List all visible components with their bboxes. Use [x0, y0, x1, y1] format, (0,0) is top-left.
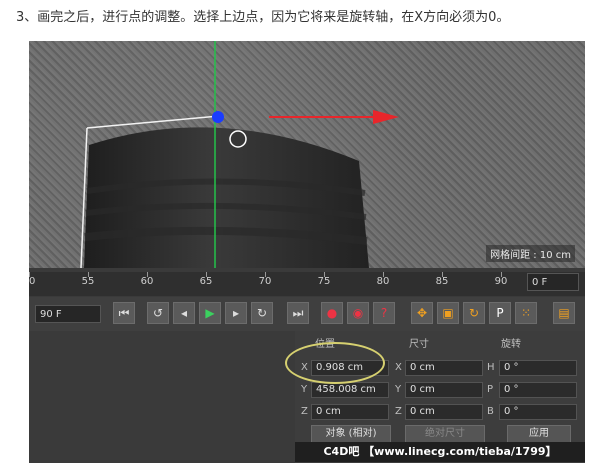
rotation-h-field[interactable]: 0 °	[499, 360, 577, 376]
next-key-icon[interactable]: ↻	[251, 302, 273, 324]
ruler-label: 55	[81, 276, 95, 287]
param-icon[interactable]: P	[489, 302, 511, 324]
size-y-label: Y	[395, 384, 402, 395]
cylinder-object	[84, 127, 369, 268]
keyframe-help-icon[interactable]: ?	[373, 302, 395, 324]
size-y-field[interactable]: 0 cm	[405, 382, 483, 398]
ruler-label: 50	[29, 276, 36, 287]
size-z-label: Z	[395, 406, 402, 417]
spline-top-edge	[86, 115, 220, 129]
rotate-tool-icon[interactable]: ↻	[463, 302, 485, 324]
rotation-header: 旋转	[501, 339, 521, 350]
position-x-field[interactable]: 0.908 cm	[311, 360, 389, 376]
coordinate-mode-dropdown[interactable]: 对象 (相对)	[311, 425, 391, 443]
end-frame-field[interactable]: 90 F	[35, 305, 101, 323]
position-header: 位置	[315, 339, 335, 350]
rotation-p-field[interactable]: 0 °	[499, 382, 577, 398]
play-icon[interactable]: ▶	[199, 302, 221, 324]
ruler-label: 70	[258, 276, 272, 287]
go-end-icon[interactable]: ⏭	[287, 302, 309, 324]
transport-bar: 90 F ⏮ ↺ ◂ ▶ ▸ ↻ ⏭ ● ◉ ? ✥ ▣ ↻ P ⁙ ▤	[29, 297, 585, 331]
ruler-label: 85	[435, 276, 449, 287]
record-icon[interactable]: ●	[321, 302, 343, 324]
size-mode-dropdown[interactable]: 绝对尺寸	[405, 425, 485, 443]
rotation-b-label: B	[487, 406, 494, 417]
rotation-b-field[interactable]: 0 °	[499, 404, 577, 420]
position-z-label: Z	[301, 406, 308, 417]
film-icon[interactable]: ▤	[553, 302, 575, 324]
ruler-label: 60	[140, 276, 154, 287]
apply-button[interactable]: 应用	[507, 425, 571, 443]
size-z-field[interactable]: 0 cm	[405, 404, 483, 420]
position-y-label: Y	[301, 384, 308, 395]
object-manager-panel	[29, 331, 295, 463]
ruler-label: 80	[376, 276, 390, 287]
timeline-ruler[interactable]: 50 55 60 65 70 75 80 85 90 0 F	[29, 272, 585, 296]
x-axis-arrowhead	[373, 110, 399, 124]
prev-key-icon[interactable]: ↺	[147, 302, 169, 324]
position-z-field[interactable]: 0 cm	[311, 404, 389, 420]
watermark: C4D吧 【www.linecg.com/tieba/1799】	[295, 442, 585, 462]
position-y-field[interactable]: 458.008 cm	[311, 382, 389, 398]
points-icon[interactable]: ⁙	[515, 302, 537, 324]
viewport[interactable]: 网格间距 : 10 cm	[29, 41, 585, 268]
ruler-label: 65	[199, 276, 213, 287]
go-start-icon[interactable]: ⏮	[113, 302, 135, 324]
current-frame-field[interactable]: 0 F	[527, 273, 579, 291]
ruler-label: 75	[317, 276, 331, 287]
size-header: 尺寸	[409, 339, 429, 350]
viewport-scene	[80, 41, 399, 268]
move-tool-icon[interactable]: ✥	[411, 302, 433, 324]
rotation-h-label: H	[487, 362, 495, 373]
selected-point	[212, 111, 224, 123]
rotation-p-label: P	[487, 384, 494, 395]
ruler-label: 90	[494, 276, 508, 287]
position-x-label: X	[301, 362, 308, 373]
tutorial-caption: 3、画完之后，进行点的调整。选择上边点，因为它将来是旋转轴，在X方向必须为0。	[16, 10, 510, 25]
size-x-field[interactable]: 0 cm	[405, 360, 483, 376]
grid-spacing-label: 网格间距 : 10 cm	[486, 245, 575, 262]
size-x-label: X	[395, 362, 402, 373]
step-back-icon[interactable]: ◂	[173, 302, 195, 324]
c4d-window: 网格间距 : 10 cm 50 55 60 65 70 75 80 85 90 …	[29, 41, 585, 463]
scale-tool-icon[interactable]: ▣	[437, 302, 459, 324]
step-forward-icon[interactable]: ▸	[225, 302, 247, 324]
autokey-icon[interactable]: ◉	[347, 302, 369, 324]
